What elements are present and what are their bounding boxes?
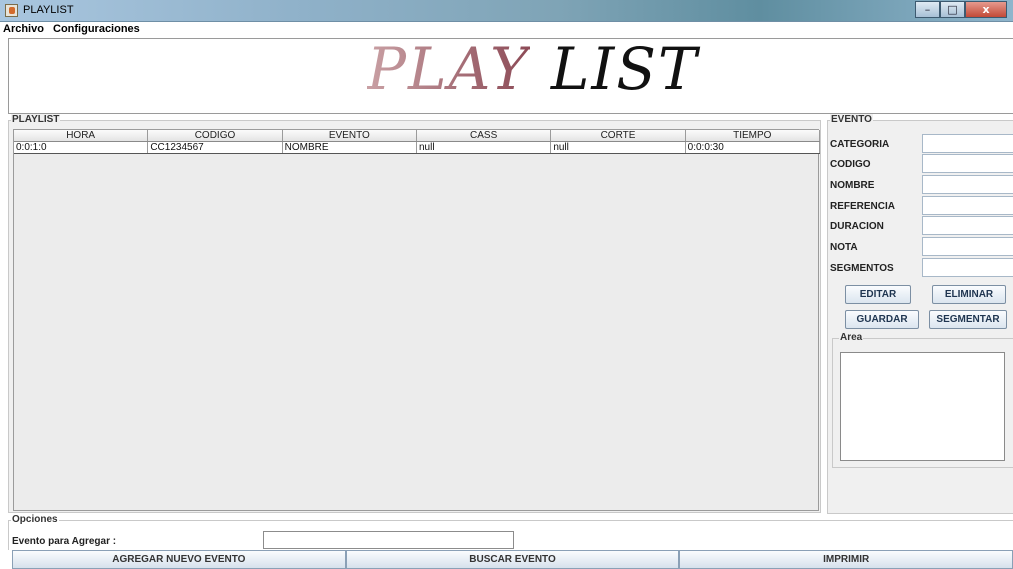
cell-tiempo[interactable]: 0:0:0:30 (686, 142, 820, 153)
agregar-nuevo-evento-button[interactable]: AGREGAR NUEVO EVENTO (12, 550, 346, 569)
eliminar-button[interactable]: ELIMINAR (932, 285, 1006, 304)
nombre-field[interactable] (922, 175, 1013, 194)
table-header: HORA CODIGO EVENTO CASS CORTE TIEMPO (14, 130, 820, 142)
referencia-field[interactable] (922, 196, 1013, 215)
window-title: PLAYLIST (23, 4, 74, 16)
logo-word-play: PLAY (367, 35, 531, 103)
nombre-label: NOMBRE (830, 180, 875, 191)
evento-panel-label: EVENTO (830, 114, 873, 125)
segmentos-label: SEGMENTOS (830, 263, 894, 274)
column-header-evento[interactable]: EVENTO (283, 130, 417, 141)
area-textarea[interactable] (840, 352, 1005, 461)
window-controls: – □ x (915, 1, 1007, 19)
evento-panel: EVENTO CATEGORIA CODIGO NOMBRE REFERENCI… (827, 114, 1013, 514)
playlist-panel-label: PLAYLIST (11, 114, 61, 125)
opciones-panel: Opciones Evento para Agregar : (8, 514, 1013, 550)
menu-configuraciones[interactable]: Configuraciones (53, 23, 140, 35)
close-button[interactable]: x (965, 1, 1007, 18)
codigo-field[interactable] (922, 154, 1013, 173)
table-row[interactable]: 0:0:1:0 CC1234567 NOMBRE null null 0:0:0… (14, 142, 820, 154)
logo-word-list: LIST (550, 35, 699, 103)
column-header-cass[interactable]: CASS (417, 130, 552, 141)
column-header-tiempo[interactable]: TIEMPO (686, 130, 820, 141)
cell-hora[interactable]: 0:0:1:0 (14, 142, 149, 153)
nota-label: NOTA (830, 242, 858, 253)
cell-corte[interactable]: null (551, 142, 686, 153)
cell-cass[interactable]: null (417, 142, 552, 153)
duracion-field[interactable] (922, 216, 1013, 235)
buscar-evento-button[interactable]: BUSCAR EVENTO (345, 550, 680, 569)
banner: PLAY LIST (8, 35, 1013, 115)
segmentar-button[interactable]: SEGMENTAR (929, 310, 1007, 329)
column-header-corte[interactable]: CORTE (551, 130, 686, 141)
cell-codigo[interactable]: CC1234567 (148, 142, 283, 153)
categoria-field[interactable] (922, 134, 1013, 153)
nota-field[interactable] (922, 237, 1013, 256)
imprimir-button[interactable]: IMPRIMIR (679, 550, 1013, 569)
title-bar[interactable]: PLAYLIST – □ x (0, 0, 1013, 22)
guardar-button[interactable]: GUARDAR (845, 310, 919, 329)
menu-archivo[interactable]: Archivo (3, 23, 44, 35)
minimize-button[interactable]: – (915, 1, 940, 18)
playlist-table[interactable]: HORA CODIGO EVENTO CASS CORTE TIEMPO 0:0… (13, 129, 820, 511)
area-panel: Area (832, 332, 1013, 468)
codigo-label: CODIGO (830, 159, 871, 170)
duracion-label: DURACION (830, 221, 884, 232)
java-app-icon (5, 4, 18, 17)
maximize-button[interactable]: □ (940, 1, 965, 18)
column-header-codigo[interactable]: CODIGO (148, 130, 283, 141)
categoria-label: CATEGORIA (830, 139, 890, 150)
referencia-label: REFERENCIA (830, 201, 896, 212)
bottom-button-bar: AGREGAR NUEVO EVENTO BUSCAR EVENTO IMPRI… (12, 550, 1013, 569)
evento-para-agregar-label: Evento para Agregar : (12, 536, 117, 547)
editar-button[interactable]: EDITAR (845, 285, 911, 304)
segmentos-field[interactable] (922, 258, 1013, 277)
opciones-panel-label: Opciones (11, 514, 59, 525)
column-header-hora[interactable]: HORA (14, 130, 149, 141)
playlist-panel: PLAYLIST HORA CODIGO EVENTO CASS CORTE T… (8, 114, 821, 513)
area-panel-label: Area (839, 332, 864, 343)
cell-evento[interactable]: NOMBRE (283, 142, 417, 153)
playlist-logo: PLAY LIST (367, 35, 697, 115)
evento-para-agregar-field[interactable] (263, 531, 514, 549)
